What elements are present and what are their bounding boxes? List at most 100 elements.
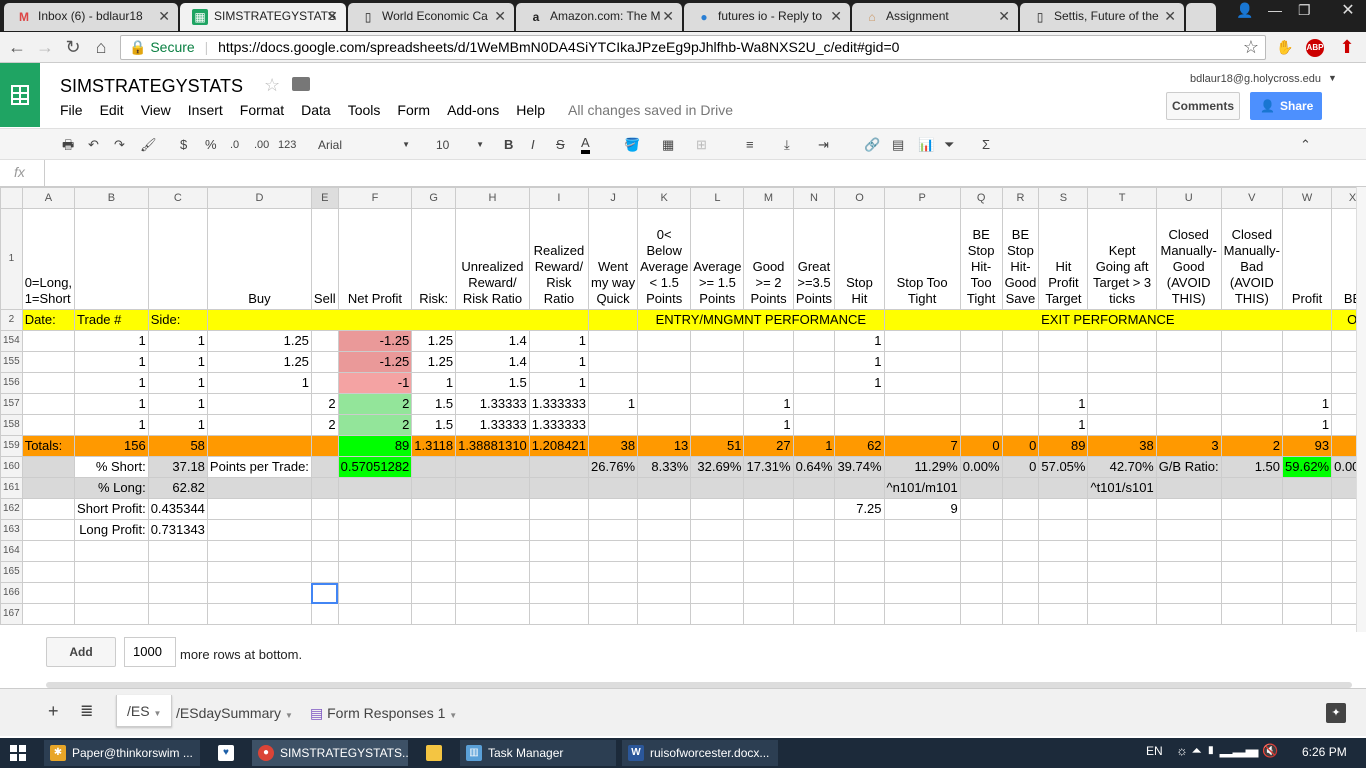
close-icon[interactable]: ✕: [830, 3, 842, 29]
cell-P167[interactable]: [883, 603, 961, 625]
cell-A158[interactable]: [21, 414, 76, 436]
close-icon[interactable]: ✕: [998, 3, 1010, 29]
cell-W158[interactable]: 1: [1282, 414, 1333, 436]
sheet-tab-form-responses[interactable]: ▤ Form Responses 1 ▼: [300, 697, 467, 729]
cell-S163[interactable]: [1038, 519, 1089, 541]
cell-A164[interactable]: [21, 540, 76, 562]
cell-S158[interactable]: 1: [1038, 414, 1089, 436]
cell-J154[interactable]: [588, 330, 639, 352]
cell-O158[interactable]: [834, 414, 885, 436]
cell-V163[interactable]: [1220, 519, 1284, 541]
cell-T164[interactable]: [1087, 540, 1157, 562]
vertical-align-icon[interactable]: ⤓: [784, 136, 790, 154]
cell-C159[interactable]: 58: [147, 435, 208, 457]
cell-P156[interactable]: [883, 372, 961, 394]
cell-L164[interactable]: [690, 540, 745, 562]
taskbar-item-thinkorswim[interactable]: ✱ Paper@thinkorswim ...: [44, 740, 200, 766]
percent-button[interactable]: %: [205, 136, 217, 154]
header-cell[interactable]: Profit: [1282, 208, 1333, 310]
section-header-cell[interactable]: ENTRY/MNGMNT PERFORMANCE: [637, 309, 885, 331]
cell-R164[interactable]: [1001, 540, 1040, 562]
add-sheet-icon[interactable]: +: [48, 701, 59, 722]
cell-V158[interactable]: [1220, 414, 1284, 436]
cell-T156[interactable]: [1087, 372, 1157, 394]
cell-Q161[interactable]: [959, 477, 1003, 499]
sheets-logo-icon[interactable]: [0, 63, 40, 127]
row-number[interactable]: 155: [0, 351, 23, 373]
merge-cells-icon[interactable]: ⊞: [696, 136, 707, 154]
cell-D158[interactable]: [206, 414, 312, 436]
cell-P165[interactable]: [883, 561, 961, 583]
column-header[interactable]: H: [455, 187, 530, 209]
print-icon[interactable]: 🖶: [62, 136, 74, 154]
browser-tab-assignment[interactable]: ⌂ Assignment ✕: [852, 3, 1018, 31]
cell-K160[interactable]: 8.33%: [637, 456, 692, 478]
cell-D164[interactable]: [206, 540, 312, 562]
column-header[interactable]: J: [588, 187, 639, 209]
menu-view[interactable]: View: [141, 102, 171, 118]
cell-B154[interactable]: 1: [74, 330, 149, 352]
cell-K162[interactable]: [637, 498, 692, 520]
cell-W164[interactable]: [1282, 540, 1333, 562]
cell-P154[interactable]: [883, 330, 961, 352]
currency-button[interactable]: $: [180, 136, 187, 154]
cell-C161[interactable]: 62.82: [147, 477, 208, 499]
column-header[interactable]: A: [21, 187, 76, 209]
cell-B158[interactable]: 1: [74, 414, 149, 436]
cell-F154[interactable]: -1.25: [337, 330, 413, 352]
cell-L162[interactable]: [690, 498, 745, 520]
cell-H156[interactable]: 1.5: [455, 372, 530, 394]
cell-C163[interactable]: 0.731343: [147, 519, 208, 541]
header-cell[interactable]: [74, 208, 149, 310]
increase-decimal-button[interactable]: .00: [254, 136, 269, 154]
header-cell[interactable]: Good >= 2 Points: [743, 208, 794, 310]
cell-Q162[interactable]: [959, 498, 1003, 520]
cell-H162[interactable]: [455, 498, 530, 520]
cell-Q154[interactable]: [959, 330, 1003, 352]
column-header[interactable]: I: [528, 187, 590, 209]
cell-J160[interactable]: 26.76%: [588, 456, 639, 478]
column-header[interactable]: W: [1282, 187, 1333, 209]
cell-T154[interactable]: [1087, 330, 1157, 352]
cell-A163[interactable]: [21, 519, 76, 541]
cell-E162[interactable]: [310, 498, 339, 520]
header-cell[interactable]: Realized Reward/ Risk Ratio: [528, 208, 590, 310]
cell-A161[interactable]: [21, 477, 76, 499]
cell-P164[interactable]: [883, 540, 961, 562]
cell-Q165[interactable]: [959, 561, 1003, 583]
cell-F166[interactable]: [337, 582, 413, 604]
cell-U162[interactable]: [1155, 498, 1222, 520]
section-header-cell[interactable]: [206, 309, 590, 331]
cell-M162[interactable]: [743, 498, 794, 520]
cell-J167[interactable]: [588, 603, 639, 625]
cell-I160[interactable]: [528, 456, 590, 478]
cell-M159[interactable]: 27: [743, 435, 794, 457]
tray-icons[interactable]: ☼ ⏶ ▮ ▂▃▅ 🔇: [1176, 743, 1278, 759]
header-cell[interactable]: Net Profit: [337, 208, 413, 310]
cell-V167[interactable]: [1220, 603, 1284, 625]
cell-D161[interactable]: [206, 477, 312, 499]
header-cell[interactable]: BE Stop Hit- Good Save: [1001, 208, 1040, 310]
cell-D159[interactable]: [206, 435, 312, 457]
cell-Q166[interactable]: [959, 582, 1003, 604]
explore-icon[interactable]: ✦: [1326, 703, 1346, 723]
cell-D163[interactable]: [206, 519, 312, 541]
cell-F163[interactable]: [337, 519, 413, 541]
menu-format[interactable]: Format: [240, 102, 284, 118]
home-icon[interactable]: ⌂: [90, 36, 112, 58]
cell-H167[interactable]: [455, 603, 530, 625]
strikethrough-button[interactable]: S: [556, 136, 565, 154]
cell-U165[interactable]: [1155, 561, 1222, 583]
cell-M154[interactable]: [743, 330, 794, 352]
user-email[interactable]: bdlaur18@g.holycross.edu: [1190, 73, 1321, 85]
cell-G155[interactable]: 1.25: [411, 351, 457, 373]
cell-C154[interactable]: 1: [147, 330, 208, 352]
update-icon[interactable]: ⬆: [1336, 36, 1358, 58]
menu-form[interactable]: Form: [397, 102, 430, 118]
cell-G160[interactable]: [411, 456, 457, 478]
cell-Q156[interactable]: [959, 372, 1003, 394]
header-cell[interactable]: Unrealized Reward/ Risk Ratio: [455, 208, 530, 310]
cell-F159[interactable]: 89: [337, 435, 413, 457]
cell-V154[interactable]: [1220, 330, 1284, 352]
cell-A156[interactable]: [21, 372, 76, 394]
